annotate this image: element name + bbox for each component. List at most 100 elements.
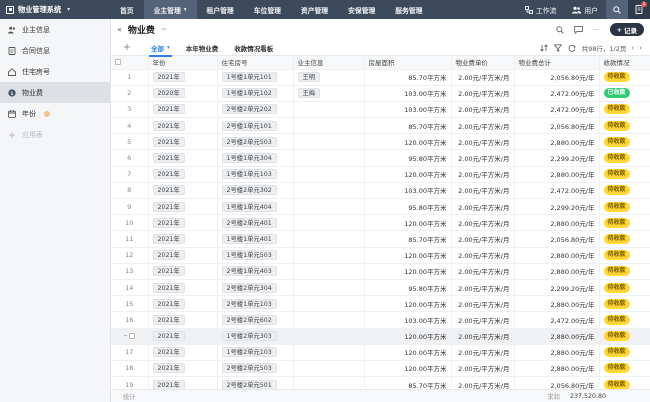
nav-item-1[interactable]: 业主管理 ▾ <box>143 0 197 19</box>
year-cell[interactable]: 2021年 <box>148 328 218 345</box>
year-cell[interactable]: 2021年 <box>148 279 218 297</box>
tab-1[interactable]: 本年物业费 <box>178 40 227 56</box>
room-cell[interactable]: 2号楼2单元304 <box>217 279 294 297</box>
total-cell[interactable]: 2,880.00元/年 <box>514 166 600 183</box>
table-row[interactable]: 1 2021年 1号楼1单元101 王明 85.70平方米 2.00元/平方米/月 2,05… <box>111 69 650 86</box>
year-cell[interactable]: 2020年 <box>148 85 218 102</box>
room-cell[interactable]: 1号楼1单元401 <box>217 230 294 248</box>
table-row[interactable]: 13 2021年 2号楼1单元403 120.00平方米 2.00元/平方米/月 2,88… <box>111 263 650 280</box>
area-cell[interactable]: 120.00平方米 <box>364 214 452 232</box>
table-row[interactable]: 5 2021年 2号楼2单元503 120.00平方米 2.00元/平方米/月 2,880… <box>111 133 650 151</box>
nav-item-3[interactable]: 车位管理 <box>244 0 291 19</box>
row-actions-icon[interactable]: ··· <box>124 332 128 340</box>
status-cell[interactable]: 待收款 <box>599 133 650 151</box>
area-cell[interactable]: 120.00平方米 <box>364 263 452 280</box>
total-cell[interactable]: 2,880.00元/年 <box>514 360 600 378</box>
column-header[interactable]: 住宅房号 <box>217 56 294 70</box>
app-switcher[interactable]: 物业管理系统 ▾ <box>0 0 110 19</box>
users-button[interactable]: 用户 <box>564 0 606 19</box>
total-cell[interactable]: 2,299.20元/年 <box>514 149 600 167</box>
room-cell[interactable]: 2号楼2单元503 <box>217 360 294 378</box>
year-cell[interactable]: 2021年 <box>148 133 218 151</box>
owner-cell[interactable] <box>293 230 365 248</box>
owner-cell[interactable]: 王梅 <box>293 85 365 102</box>
chat-icon[interactable] <box>573 25 583 34</box>
price-cell[interactable]: 2.00元/平方米/月 <box>451 166 515 183</box>
year-cell[interactable]: 2021年 <box>148 311 218 329</box>
owner-cell[interactable] <box>293 101 365 119</box>
price-cell[interactable]: 2.00元/平方米/月 <box>451 263 515 280</box>
select-all-checkbox[interactable] <box>111 56 149 70</box>
nav-item-5[interactable]: 安保管理 <box>338 0 385 19</box>
total-cell[interactable]: 2,472.00元/年 <box>514 182 600 200</box>
table-row[interactable]: 17 2021年 1号楼2单元103 120.00平方米 2.00元/平方米/月 2,88… <box>111 344 650 361</box>
area-cell[interactable]: 95.80平方米 <box>364 279 452 297</box>
room-cell[interactable]: 2号楼1单元103 <box>217 295 294 313</box>
table-row[interactable]: 14 2021年 2号楼2单元304 95.80平方米 2.00元/平方米/月 2,299… <box>111 279 650 297</box>
room-cell[interactable]: 1号楼1单元304 <box>217 149 294 167</box>
price-cell[interactable]: 2.00元/平方米/月 <box>451 230 515 248</box>
price-cell[interactable]: 2.00元/平方米/月 <box>451 85 515 102</box>
table-row[interactable]: 6 2021年 1号楼1单元304 95.80平方米 2.00元/平方米/月 2,299.… <box>111 149 650 167</box>
sidebar-item-4[interactable]: 年份 <box>0 103 110 124</box>
owner-cell[interactable] <box>293 182 365 200</box>
nav-item-4[interactable]: 资产管理 <box>291 0 338 19</box>
notifications-button[interactable]: 1 <box>628 0 650 19</box>
owner-cell[interactable] <box>293 279 365 297</box>
total-cell[interactable]: 2,880.00元/年 <box>514 344 600 361</box>
more-options-icon[interactable]: ··· <box>592 25 601 34</box>
price-cell[interactable]: 2.00元/平方米/月 <box>451 101 515 119</box>
price-cell[interactable]: 2.00元/平方米/月 <box>451 214 515 232</box>
total-cell[interactable]: 2,472.00元/年 <box>514 101 600 119</box>
column-header[interactable]: 收款情况 <box>599 56 650 70</box>
status-cell[interactable]: 待收款 <box>599 295 650 313</box>
price-cell[interactable]: 2.00元/平方米/月 <box>451 182 515 200</box>
tab-0[interactable]: 全部 ▾ <box>143 40 178 57</box>
status-cell[interactable]: 待收款 <box>599 149 650 167</box>
filter-icon[interactable] <box>554 43 563 52</box>
owner-cell[interactable] <box>293 328 365 345</box>
column-header[interactable]: 物业费单价 <box>451 56 515 70</box>
total-cell[interactable]: 2,299.20元/年 <box>514 279 600 297</box>
room-cell[interactable]: 1号楼1单元103 <box>217 166 294 183</box>
area-cell[interactable]: 103.00平方米 <box>364 182 452 200</box>
sidebar-item-2[interactable]: 住宅房号 <box>0 61 110 82</box>
table-row[interactable]: 11 2021年 1号楼1单元401 85.70平方米 2.00元/平方米/月 2,056… <box>111 230 650 248</box>
tab-2[interactable]: 收款情况看板 <box>226 40 281 56</box>
area-cell[interactable]: 103.00平方米 <box>364 85 452 102</box>
row-checkbox[interactable] <box>128 333 135 340</box>
status-cell[interactable]: 待收款 <box>599 117 650 135</box>
status-cell[interactable]: 待收款 <box>599 279 650 297</box>
table-row[interactable]: 4 2021年 2号楼1单元101 85.70平方米 2.00元/平方米/月 2,056.… <box>111 117 650 135</box>
year-cell[interactable]: 2021年 <box>148 214 218 232</box>
total-cell[interactable]: 2,472.00元/年 <box>514 311 600 329</box>
room-cell[interactable]: 2号楼2单元202 <box>217 101 294 119</box>
year-cell[interactable]: 2021年 <box>148 182 218 200</box>
area-cell[interactable]: 95.80平方米 <box>364 198 452 216</box>
price-cell[interactable]: 2.00元/平方米/月 <box>451 295 515 313</box>
total-cell[interactable]: 2,299.20元/年 <box>514 198 600 216</box>
room-cell[interactable]: 1号楼1单元101 <box>217 69 294 86</box>
room-cell[interactable]: 2号楼2单元503 <box>217 133 294 151</box>
price-cell[interactable]: 2.00元/平方米/月 <box>451 69 515 86</box>
workflow-button[interactable]: 工作流 <box>517 0 564 19</box>
table-row[interactable]: 10 2021年 2号楼2单元401 120.00平方米 2.00元/平方米/月 2,88… <box>111 214 650 232</box>
status-cell[interactable]: 待收款 <box>599 328 650 345</box>
area-cell[interactable]: 120.00平方米 <box>364 360 452 378</box>
owner-cell[interactable] <box>293 263 365 280</box>
add-view-icon[interactable]: + <box>111 42 143 53</box>
status-cell[interactable]: 待收款 <box>599 214 650 232</box>
year-cell[interactable]: 2021年 <box>148 247 218 264</box>
price-cell[interactable]: 2.00元/平方米/月 <box>451 133 515 151</box>
nav-item-6[interactable]: 服务管理 <box>385 0 432 19</box>
next-page-icon[interactable]: › <box>639 44 642 52</box>
owner-cell[interactable] <box>293 295 365 313</box>
room-cell[interactable]: 1号楼1单元404 <box>217 198 294 216</box>
area-cell[interactable]: 120.00平方米 <box>364 328 452 345</box>
sidebar-item-3[interactable]: $ 物业费 <box>0 82 110 103</box>
table-row[interactable]: ··· 2021年 1号楼2单元303 120.00平方米 2.00元/平方米/月 2,… <box>111 328 650 345</box>
table-row[interactable]: 15 2021年 2号楼1单元103 120.00平方米 2.00元/平方米/月 2,88… <box>111 295 650 313</box>
status-cell[interactable]: 待收款 <box>599 311 650 329</box>
nav-item-0[interactable]: 首页 <box>110 0 144 19</box>
area-cell[interactable]: 95.80平方米 <box>364 149 452 167</box>
